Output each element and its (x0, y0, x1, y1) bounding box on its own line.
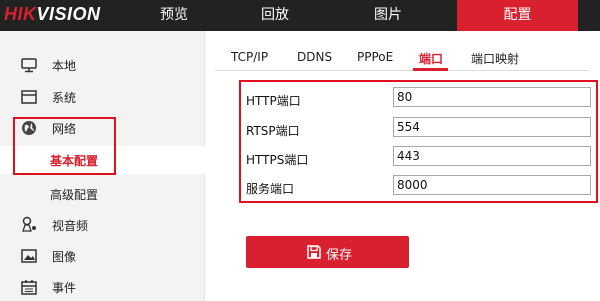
http-port-input[interactable] (393, 87, 591, 107)
tab-tcpip[interactable]: TCP/IP (231, 50, 268, 64)
sidebar-item-video-audio[interactable]: 视音频 (0, 210, 205, 240)
https-port-input[interactable] (393, 146, 591, 166)
active-tab-indicator (413, 68, 448, 71)
http-port-label: HTTP端口 (246, 94, 301, 108)
camera-audio-icon (22, 216, 36, 232)
top-nav-bar: HIKVISION 预览 回放 图片 配置 (0, 0, 600, 31)
rtsp-port-label: RTSP端口 (246, 124, 300, 138)
https-port-label: HTTPS端口 (246, 153, 309, 167)
sidebar-subitem-label: 高级配置 (50, 188, 99, 202)
sidebar-item-local[interactable]: 本地 (0, 50, 205, 80)
sidebar-item-event[interactable]: 事件 (0, 272, 205, 301)
sidebar-item-label: 系统 (52, 91, 77, 105)
sidebar-subitem-advanced-config[interactable]: 高级配置 (0, 180, 205, 208)
sidebar-item-image[interactable]: 图像 (0, 241, 205, 271)
sidebar-item-label: 事件 (52, 281, 77, 295)
service-port-label: 服务端口 (246, 182, 295, 196)
tab-pppoe[interactable]: PPPoE (357, 50, 393, 64)
logo-prefix: HIK (4, 4, 37, 24)
sidebar-item-label: 视音频 (52, 219, 89, 233)
logo-suffix: VISION (36, 4, 101, 24)
network-tabs (215, 45, 590, 71)
nav-configuration[interactable]: 配置 (457, 0, 578, 31)
tab-port-mapping[interactable]: 端口映射 (471, 50, 519, 67)
rtsp-port-input[interactable] (393, 117, 591, 137)
sidebar-item-label: 本地 (52, 59, 77, 73)
save-button-label: 保存 (326, 247, 353, 262)
image-icon (21, 249, 37, 263)
sidebar-item-system[interactable]: 系统 (0, 82, 205, 112)
service-port-input[interactable] (393, 175, 591, 195)
sidebar-item-label: 图像 (52, 250, 77, 264)
tab-port[interactable]: 端口 (419, 50, 443, 67)
tab-ddns[interactable]: DDNS (297, 50, 332, 64)
nav-playback[interactable]: 回放 (225, 0, 325, 31)
nav-preview[interactable]: 预览 (124, 0, 224, 31)
save-button[interactable]: 保存 (246, 236, 409, 268)
nav-picture[interactable]: 图片 (338, 0, 438, 31)
sidebar-highlight-box (13, 117, 116, 175)
monitor-icon (21, 58, 37, 73)
hikvision-logo: HIKVISION (4, 4, 101, 25)
calendar-icon (21, 280, 37, 295)
window-icon (21, 90, 37, 104)
save-icon (307, 245, 321, 259)
